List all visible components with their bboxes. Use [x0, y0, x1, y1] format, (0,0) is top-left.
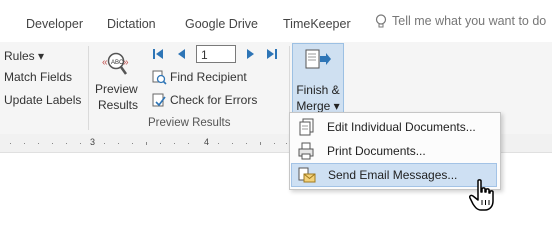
find-recipient-icon	[152, 70, 167, 85]
last-record-icon[interactable]	[266, 48, 278, 60]
preview-results-icon: « » ABC	[102, 52, 129, 75]
finish-merge-label-1: Finish &	[296, 83, 340, 97]
find-recipient-label: Find Recipient	[170, 70, 247, 84]
send-email-icon	[298, 167, 316, 183]
group-label-preview-results: Preview Results	[148, 117, 231, 129]
svg-text:ABC: ABC	[111, 60, 124, 66]
preview-results-button[interactable]: « » ABC Preview Results	[91, 46, 141, 116]
finish-merge-button[interactable]: Finish & Merge ▾	[292, 43, 344, 117]
finish-merge-icon	[305, 49, 331, 69]
hand-cursor-icon	[469, 179, 494, 211]
tell-me-text: Tell me what you want to do	[392, 14, 547, 28]
edit-documents-icon	[299, 118, 314, 136]
tab-google-drive[interactable]: Google Drive	[185, 17, 258, 31]
lightbulb-icon	[375, 14, 387, 28]
next-record-icon[interactable]	[246, 48, 256, 60]
group-separator	[88, 46, 89, 130]
check-errors-icon	[152, 93, 166, 107]
menu-item-edit-documents[interactable]: Edit Individual Documents...	[291, 115, 497, 139]
tab-dictation[interactable]: Dictation	[107, 17, 156, 31]
menu-item-label: Edit Individual Documents...	[327, 120, 476, 134]
ribbon-tab-bar: Developer Dictation Google Drive TimeKee…	[0, 0, 552, 43]
previous-record-icon[interactable]	[176, 48, 186, 60]
tab-developer[interactable]: Developer	[26, 17, 83, 31]
record-number-input[interactable]: 1	[196, 45, 236, 63]
rules-label: Rules	[4, 49, 35, 63]
ruler-ticks	[10, 142, 287, 145]
rules-button[interactable]: Rules ▾	[4, 49, 44, 63]
menu-item-send-email[interactable]: Send Email Messages...	[291, 163, 497, 187]
menu-item-label: Send Email Messages...	[328, 168, 458, 182]
check-errors-label: Check for Errors	[170, 93, 258, 107]
first-record-icon[interactable]	[152, 48, 164, 60]
preview-results-label-2: Results	[98, 98, 139, 112]
tab-timekeeper[interactable]: TimeKeeper	[283, 17, 351, 31]
menu-item-label: Print Documents...	[327, 144, 426, 158]
tell-me-box[interactable]: Tell me what you want to do	[375, 14, 546, 29]
svg-text:«: «	[102, 57, 108, 68]
finish-merge-label-2-text: Merge	[296, 99, 331, 113]
preview-results-label-1: Preview	[95, 82, 138, 96]
print-documents-icon	[298, 142, 314, 160]
finish-merge-label-2: Merge ▾	[296, 99, 340, 113]
menu-item-print-documents[interactable]: Print Documents...	[291, 139, 497, 163]
match-fields-button[interactable]: Match Fields	[4, 70, 72, 84]
update-labels-button[interactable]: Update Labels	[4, 93, 81, 107]
